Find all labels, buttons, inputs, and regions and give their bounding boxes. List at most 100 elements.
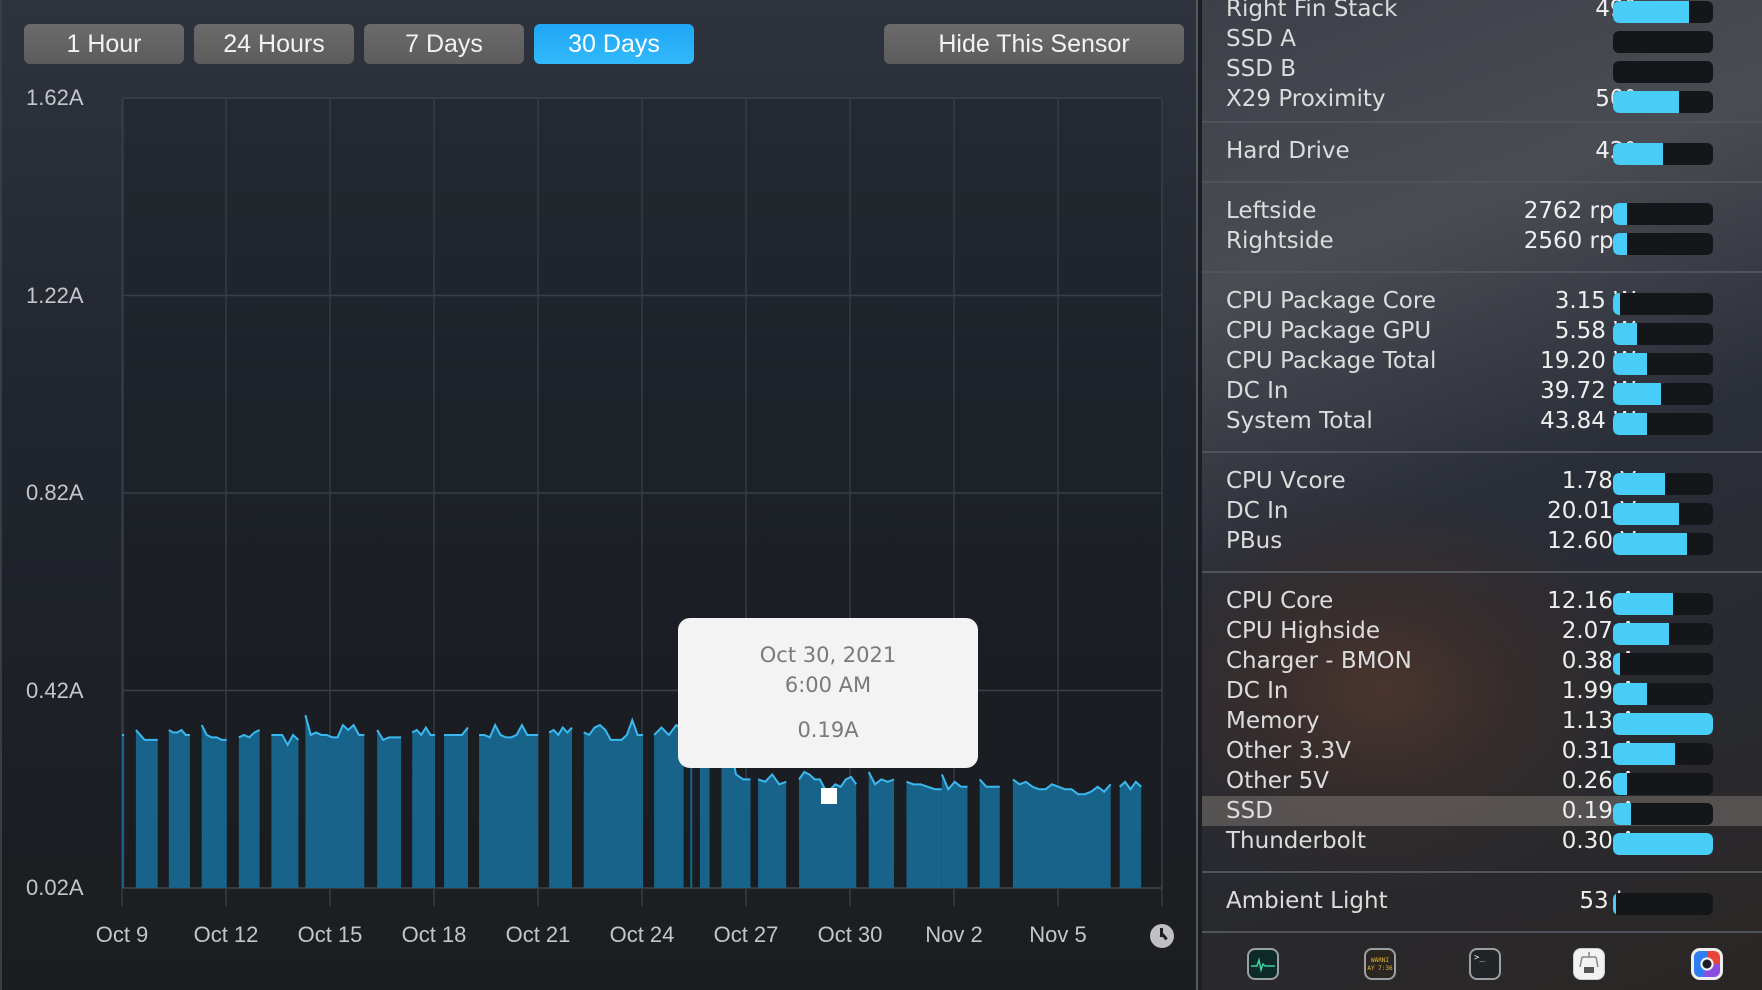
x-tick-label: Oct 24 (609, 922, 675, 947)
data-area-segment (979, 779, 1000, 888)
sensor-row[interactable]: SSD 0.19 A (1202, 796, 1762, 826)
data-area-segment (868, 772, 895, 888)
sensor-name: CPU Package Total (1226, 348, 1437, 374)
data-area-segment (941, 774, 968, 888)
sensor-row[interactable]: Memory 1.13 A (1202, 706, 1762, 736)
history-chart[interactable] (0, 0, 1200, 990)
x-tick-label: Nov 2 (925, 922, 983, 947)
section-divider (1202, 271, 1762, 273)
sensor-level-bar (1613, 713, 1713, 735)
chart-tooltip: Oct 30, 2021 6:00 AM 0.19A (678, 618, 978, 768)
sensor-row[interactable]: Hard Drive42° (1202, 136, 1762, 166)
sensor-row[interactable]: CPU Core 12.16 A (1202, 586, 1762, 616)
sensor-row[interactable]: DC In 20.01 V (1202, 496, 1762, 526)
sensor-row[interactable]: Ambient Light 53 lx (1202, 886, 1762, 916)
sensor-level-fill (1613, 773, 1627, 795)
sensor-row[interactable]: CPU Package Core 3.15 W (1202, 286, 1762, 316)
sensor-row[interactable]: Rightside 2560 rpm (1202, 226, 1762, 256)
sensor-name: Thunderbolt (1226, 828, 1367, 854)
sensor-name: CPU Package GPU (1226, 318, 1432, 344)
sensor-row[interactable]: Other 3.3V 0.31 A (1202, 736, 1762, 766)
sensor-level-bar (1613, 683, 1713, 705)
sensor-level-bar (1613, 353, 1713, 375)
sensor-level-fill (1613, 503, 1679, 525)
sensor-level-fill (1613, 1, 1689, 23)
console-icon[interactable]: WARNI AY 7:36 (1364, 948, 1396, 980)
section-divider (1202, 931, 1762, 933)
tooltip-time: 6:00 AM (784, 673, 872, 697)
sensor-name: CPU Package Core (1226, 288, 1436, 314)
sensor-level-bar (1613, 473, 1713, 495)
data-area-segment (305, 715, 365, 888)
sensor-row[interactable]: PBus 12.60 V (1202, 526, 1762, 556)
sensor-level-fill (1613, 143, 1663, 165)
sensor-level-fill (1613, 383, 1661, 405)
y-tick-label: 1.62A (26, 85, 84, 110)
sensor-row[interactable]: DC In 39.72 W (1202, 376, 1762, 406)
data-area-segment (699, 749, 710, 888)
sensor-row[interactable]: CPU Vcore 1.78 V (1202, 466, 1762, 496)
sensor-level-bar (1613, 503, 1713, 525)
x-tick-label: Nov 5 (1029, 922, 1087, 947)
sensor-level-bar (1613, 61, 1713, 83)
hover-point-marker (821, 788, 837, 804)
data-area-segment (377, 730, 402, 888)
sensor-row[interactable]: SSD A- (1202, 24, 1762, 54)
sensor-row[interactable]: CPU Highside 2.07 A (1202, 616, 1762, 646)
sensor-level-bar (1613, 323, 1713, 345)
y-tick-label: 1.22A (26, 282, 84, 308)
sensor-level-bar (1613, 653, 1713, 675)
x-tick-label: Oct 15 (297, 922, 363, 947)
sensor-name: Right Fin Stack (1226, 0, 1398, 22)
sensor-level-bar (1613, 833, 1713, 855)
section-divider (1202, 451, 1762, 453)
sensor-row[interactable]: Thunderbolt 0.30 A (1202, 826, 1762, 856)
sensor-row[interactable]: X29 Proximity50° (1202, 84, 1762, 114)
sensor-name: CPU Core (1226, 588, 1334, 614)
sensor-level-bar (1613, 773, 1713, 795)
section-divider (1202, 871, 1762, 873)
sensor-row[interactable]: Other 5V 0.26 A (1202, 766, 1762, 796)
sensor-name: DC In (1226, 678, 1289, 704)
sensor-level-bar (1613, 593, 1713, 615)
x-tick-label: Oct 9 (95, 922, 149, 947)
x-tick-label: Oct 12 (193, 922, 259, 947)
sensor-name: Memory (1226, 708, 1320, 734)
sensor-level-fill (1613, 293, 1620, 315)
data-area-segment (135, 730, 158, 888)
data-area-segment (1119, 781, 1142, 888)
sensor-name: Hard Drive (1226, 138, 1350, 164)
sensor-name: CPU Highside (1226, 618, 1381, 644)
data-area-segment (412, 727, 436, 888)
data-area-segment (238, 730, 260, 888)
sensor-row[interactable]: Leftside 2762 rpm (1202, 196, 1762, 226)
data-area-segment (690, 749, 693, 888)
terminal-icon[interactable]: >_ (1469, 948, 1501, 980)
istat-menus-icon[interactable] (1691, 948, 1723, 980)
sensor-row[interactable]: Charger - BMON 0.38 A (1202, 646, 1762, 676)
sensor-row[interactable]: CPU Package GPU 5.58 W (1202, 316, 1762, 346)
data-area-segment (549, 727, 572, 888)
sensor-name: Rightside (1226, 228, 1334, 254)
activity-monitor-icon[interactable] (1247, 948, 1279, 980)
sensor-level-bar (1613, 1, 1713, 23)
system-information-icon[interactable] (1573, 948, 1605, 980)
sensor-level-fill (1613, 473, 1665, 495)
x-tick-label: Oct 18 (401, 922, 467, 947)
y-tick-label: 0.42A (26, 677, 84, 703)
clock-icon[interactable] (1150, 924, 1174, 948)
data-area-segment (122, 734, 125, 888)
sensor-row[interactable]: System Total 43.84 W (1202, 406, 1762, 436)
sensor-row[interactable]: SSD B- (1202, 54, 1762, 84)
data-area-segment (201, 725, 227, 888)
sensor-level-fill (1613, 893, 1616, 915)
sensor-level-fill (1613, 683, 1647, 705)
sensor-row[interactable]: DC In 1.99 A (1202, 676, 1762, 706)
data-area-segment (271, 734, 299, 888)
sensor-name: Leftside (1226, 198, 1317, 224)
sensor-row[interactable]: CPU Package Total 19.20 W (1202, 346, 1762, 376)
y-tick-label: 0.02A (26, 875, 84, 900)
sensor-level-fill (1613, 623, 1669, 645)
sensor-level-bar (1613, 203, 1713, 225)
sensor-row[interactable]: Right Fin Stack49° (1202, 0, 1762, 24)
